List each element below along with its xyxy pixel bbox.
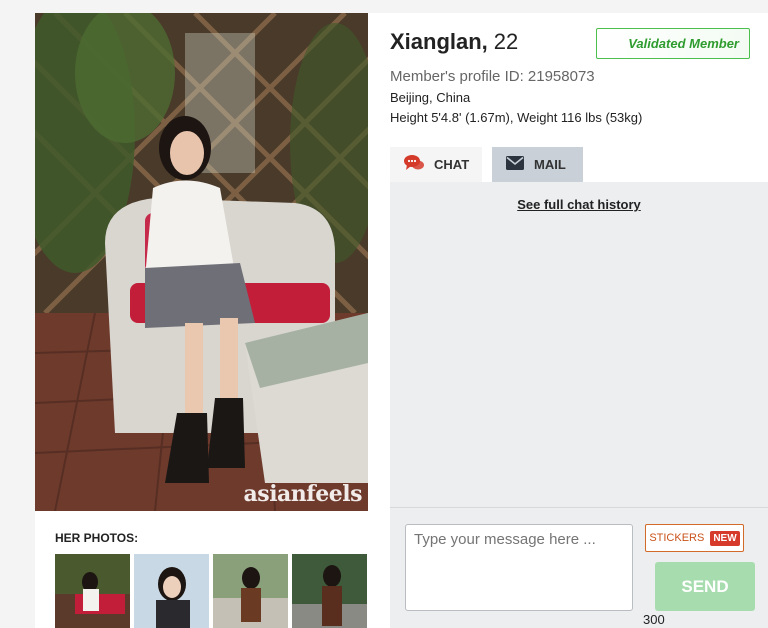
stickers-label: STICKERS bbox=[649, 532, 705, 544]
send-button[interactable]: SEND bbox=[655, 562, 755, 611]
member-age: 22 bbox=[493, 29, 519, 54]
chat-history-panel: See full chat history bbox=[390, 182, 768, 507]
member-location: Beijing, China bbox=[390, 90, 471, 105]
thumbnail-2[interactable] bbox=[134, 554, 209, 628]
envelope-icon bbox=[506, 156, 524, 173]
gallery-label: HER PHOTOS: bbox=[55, 531, 139, 545]
name-heading: Xianglan, 22 bbox=[390, 29, 518, 55]
photo-column: asianfeels HER PHOTOS: bbox=[35, 13, 368, 628]
member-measurements: Height 5'4.8' (1.67m), Weight 116 lbs (5… bbox=[390, 110, 643, 125]
main-profile-photo[interactable]: asianfeels bbox=[35, 13, 368, 511]
new-badge: NEW bbox=[710, 530, 740, 546]
profile-id: Member's profile ID: 21958073 bbox=[390, 68, 595, 85]
tab-chat-label: CHAT bbox=[434, 157, 470, 172]
photo-thumbnails bbox=[55, 554, 368, 628]
message-compose-area: STICKERS NEW SEND 300 bbox=[390, 507, 768, 628]
member-name: Xianglan, bbox=[390, 29, 488, 54]
thumbnail-1[interactable] bbox=[55, 554, 130, 628]
tab-mail-label: MAIL bbox=[534, 157, 566, 172]
watermark-text: asianfeels bbox=[243, 481, 363, 507]
profile-page: asianfeels HER PHOTOS: Xianglan, 22 Valid… bbox=[0, 0, 768, 628]
tab-chat[interactable]: CHAT bbox=[390, 147, 482, 182]
character-limit-counter: 300 bbox=[643, 612, 665, 627]
chat-bubbles-icon bbox=[404, 154, 424, 175]
tab-mail[interactable]: MAIL bbox=[492, 147, 583, 182]
message-input[interactable] bbox=[405, 524, 633, 611]
thumbnail-3[interactable] bbox=[213, 554, 288, 628]
see-full-chat-history-link[interactable]: See full chat history bbox=[390, 197, 768, 212]
stickers-button[interactable]: STICKERS NEW bbox=[645, 524, 744, 552]
profile-column: Xianglan, 22 Validated Member Member's pr… bbox=[368, 13, 768, 628]
thumbnail-4[interactable] bbox=[292, 554, 367, 628]
validated-member-badge: Validated Member bbox=[596, 28, 750, 59]
